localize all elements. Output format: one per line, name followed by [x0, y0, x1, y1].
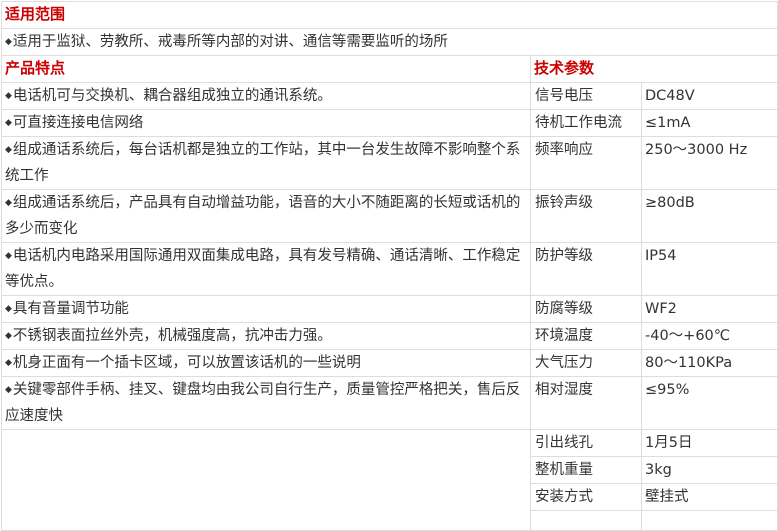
spec-label: 防腐等级 — [530, 295, 642, 323]
spec-label: 振铃声级 — [530, 189, 642, 243]
feature-item: ◆电话机可与交换机、耦合器组成独立的通讯系统。 — [1, 82, 531, 110]
bullet-icon: ◆ — [5, 198, 12, 208]
feature-item: ◆组成通话系统后，产品具有自动增益功能，语音的大小不随距离的长短或话机的多少而变… — [1, 189, 531, 243]
bullet-icon: ◆ — [5, 91, 12, 101]
specs-heading: 技术参数 — [529, 55, 778, 83]
spec-value: DC48V — [640, 82, 778, 110]
spec-value: -40～+60℃ — [640, 322, 778, 350]
spec-label: 相对湿度 — [530, 376, 642, 430]
spec-label: 待机工作电流 — [530, 109, 642, 137]
feature-item: ◆机身正面有一个插卡区域，可以放置该话机的一些说明 — [1, 349, 531, 377]
feature-item: ◆具有音量调节功能 — [1, 295, 531, 323]
features-heading: 产品特点 — [1, 55, 531, 83]
bullet-icon: ◆ — [5, 358, 12, 368]
spec-value: WF2 — [640, 295, 778, 323]
bullet-icon: ◆ — [5, 37, 12, 47]
spec-label: 引出线孔 — [530, 429, 642, 457]
feature-item: ◆不锈钢表面拉丝外壳，机械强度高，抗冲击力强。 — [1, 322, 531, 350]
spec-value: ≥80dB — [640, 189, 778, 243]
scope-heading: 适用范围 — [0, 1, 778, 29]
scope-text: ◆适用于监狱、劳教所、戒毒所等内部的对讲、通信等需要监听的场所 — [0, 28, 778, 56]
spec-value: ≤95% — [640, 376, 778, 430]
spec-label: 防护等级 — [530, 242, 642, 296]
bullet-icon: ◆ — [5, 118, 12, 128]
spec-label: 信号电压 — [530, 82, 642, 110]
spec-empty-cell — [530, 510, 642, 531]
spec-value: 250～3000 Hz — [640, 136, 778, 190]
spec-label: 频率响应 — [530, 136, 642, 190]
bullet-icon: ◆ — [5, 304, 12, 314]
spec-value: IP54 — [640, 242, 778, 296]
bullet-icon: ◆ — [5, 385, 12, 395]
bullet-icon: ◆ — [5, 145, 12, 155]
feature-item: ◆电话机内电路采用国际通用双面集成电路，具有发号精确、通话清晰、工作稳定等优点。 — [1, 242, 531, 296]
feature-item: ◆可直接连接电信网络 — [1, 109, 531, 137]
bullet-icon: ◆ — [5, 331, 12, 341]
spec-label: 安装方式 — [530, 483, 642, 511]
spec-value: 3kg — [640, 456, 778, 484]
product-spec-table: 适用范围 ◆适用于监狱、劳教所、戒毒所等内部的对讲、通信等需要监听的场所 产品特… — [0, 1, 778, 531]
spec-value: 80～110KPa — [640, 349, 778, 377]
spec-label: 整机重量 — [530, 456, 642, 484]
spec-label: 环境温度 — [530, 322, 642, 350]
feature-empty-cell — [1, 429, 531, 531]
feature-item: ◆关键零部件手柄、挂叉、键盘均由我公司自行生产，质量管控严格把关，售后反应速度快 — [1, 376, 531, 430]
spec-label: 大气压力 — [530, 349, 642, 377]
spec-value: 壁挂式 — [640, 483, 778, 511]
spec-value: 1月5日 — [640, 429, 778, 457]
bullet-icon: ◆ — [5, 251, 12, 261]
spec-empty-cell — [640, 510, 778, 531]
spec-value: ≤1mA — [640, 109, 778, 137]
feature-item: ◆组成通话系统后，每台话机都是独立的工作站，其中一台发生故障不影响整个系统工作 — [1, 136, 531, 190]
